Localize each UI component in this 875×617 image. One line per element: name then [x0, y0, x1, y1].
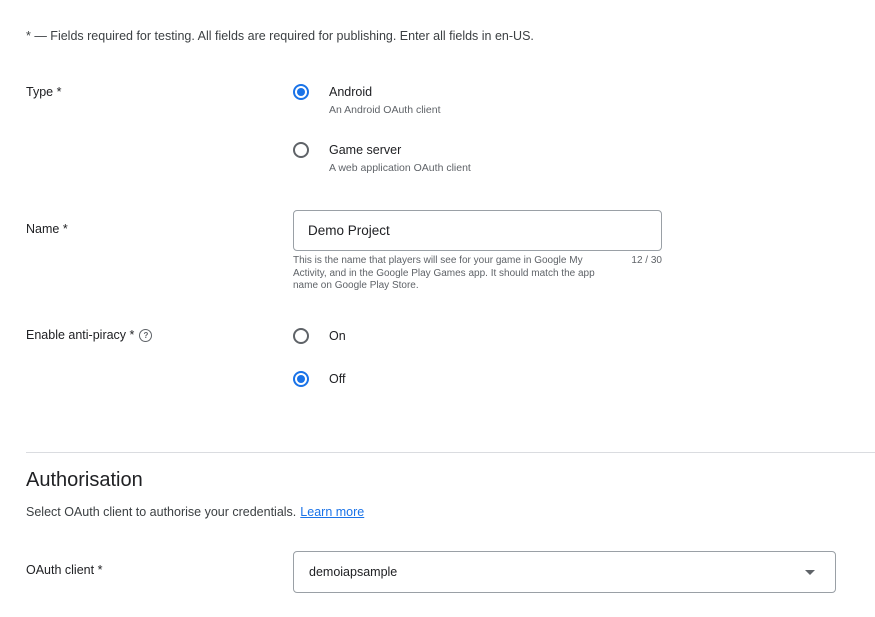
type-android-label[interactable]: Android — [329, 85, 372, 99]
oauth-client-select[interactable]: demoiapsample — [293, 551, 836, 593]
oauth-client-label-text: OAuth client * — [26, 563, 103, 577]
name-field[interactable] — [293, 210, 662, 251]
dropdown-arrow-icon[interactable] — [805, 569, 815, 575]
play-console-credential-form: * — Fields required for testing. All fie… — [0, 0, 875, 617]
required-fields-note: * — Fields required for testing. All fie… — [26, 29, 534, 43]
help-circle-icon[interactable]: ? — [139, 328, 153, 342]
anti-piracy-label: Enable anti-piracy * ? — [26, 328, 153, 342]
anti-piracy-label-text: Enable anti-piracy * — [26, 328, 135, 342]
type-game-server-description: A web application OAuth client — [329, 162, 471, 174]
type-label-text: Type * — [26, 85, 62, 99]
type-game-server-label[interactable]: Game server — [329, 143, 401, 157]
name-input[interactable] — [294, 211, 661, 250]
radio-dot — [297, 375, 305, 383]
anti-piracy-off-label[interactable]: Off — [329, 372, 345, 386]
name-label-text: Name * — [26, 222, 68, 236]
oauth-client-selected-value: demoiapsample — [309, 565, 398, 579]
section-divider — [26, 452, 875, 453]
authorisation-subtitle-text: Select OAuth client to authorise your cr… — [26, 505, 297, 519]
authorisation-title: Authorisation — [26, 469, 143, 491]
authorisation-subtitle: Select OAuth client to authorise your cr… — [26, 505, 364, 519]
type-game-server-radio[interactable] — [293, 142, 309, 158]
name-label: Name * — [26, 222, 68, 236]
anti-piracy-on-label[interactable]: On — [329, 329, 346, 343]
anti-piracy-on-radio[interactable] — [293, 328, 309, 344]
type-android-radio[interactable] — [293, 84, 309, 100]
oauth-client-label: OAuth client * — [26, 563, 102, 577]
type-android-description: An Android OAuth client — [329, 104, 441, 116]
learn-more-link[interactable]: Learn more — [300, 505, 364, 519]
anti-piracy-off-radio[interactable] — [293, 371, 309, 387]
type-label: Type * — [26, 85, 61, 99]
name-char-counter: 12 / 30 — [631, 255, 662, 266]
name-hint: This is the name that players will see f… — [293, 255, 595, 291]
radio-dot — [297, 88, 305, 96]
